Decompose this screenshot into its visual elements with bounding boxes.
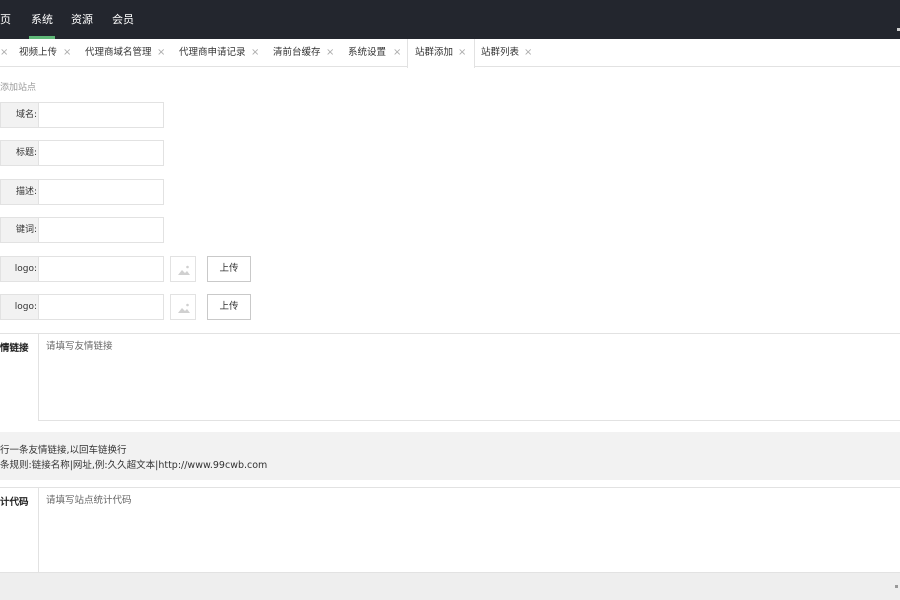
- friend-links-tip: 行一条友情链接,以回车链换行 条规则:链接名称|网址,例:久久超文本|http:…: [0, 432, 900, 480]
- domain-input[interactable]: [38, 102, 164, 128]
- friend-links-label: 情链接: [0, 333, 39, 421]
- nav-item-system[interactable]: 系统: [29, 0, 55, 39]
- close-icon[interactable]: ×: [251, 39, 259, 66]
- description-label: 描述:: [0, 179, 39, 205]
- tab-agent-domain[interactable]: 代理商域名管理: [85, 39, 152, 67]
- close-icon[interactable]: ×: [393, 39, 401, 66]
- tab-site-add[interactable]: 站群添加 ×: [407, 39, 475, 68]
- title-label: 标题:: [0, 140, 39, 166]
- logo2-upload-button[interactable]: 上传: [207, 294, 251, 320]
- logo2-input[interactable]: [38, 294, 164, 320]
- close-icon[interactable]: ×: [63, 39, 71, 66]
- tab-video-upload[interactable]: 视频上传: [19, 39, 57, 67]
- top-nav: 页 系统 资源 会员: [0, 0, 900, 39]
- tab-site-add-label: 站群添加: [415, 47, 454, 58]
- description-input[interactable]: [38, 179, 164, 205]
- footer-bar: [0, 572, 900, 600]
- nav-item-resources[interactable]: 资源: [71, 0, 93, 39]
- friend-links-placeholder: 请填写友情链接: [46, 341, 113, 352]
- stats-code-placeholder: 请填写站点统计代码: [46, 495, 132, 506]
- close-icon[interactable]: ×: [157, 39, 165, 66]
- tab-agent-apply[interactable]: 代理商申请记录: [179, 39, 246, 67]
- close-icon[interactable]: ×: [0, 39, 8, 66]
- stats-code-textarea[interactable]: 请填写站点统计代码: [38, 487, 900, 573]
- keywords-input[interactable]: [38, 217, 164, 243]
- tab-system-settings[interactable]: 系统设置: [348, 39, 386, 67]
- logo-preview-button[interactable]: [170, 256, 196, 282]
- keywords-label: 键词:: [0, 217, 39, 243]
- nav-item-members[interactable]: 会员: [112, 0, 134, 39]
- domain-label: 域名:: [0, 102, 39, 128]
- logo2-label: logo:: [0, 294, 39, 320]
- nav-item-home[interactable]: 页: [0, 0, 11, 39]
- friend-links-textarea[interactable]: 请填写友情链接: [38, 333, 900, 421]
- tip-line: 条规则:链接名称|网址,例:久久超文本|http://www.99cwb.com: [0, 460, 268, 471]
- close-icon[interactable]: ×: [458, 39, 466, 66]
- image-icon: [178, 265, 190, 275]
- title-input[interactable]: [38, 140, 164, 166]
- tab-site-list[interactable]: 站群列表: [481, 39, 519, 67]
- close-icon[interactable]: ×: [524, 39, 532, 66]
- tab-clear-cache[interactable]: 清前台缓存: [273, 39, 321, 67]
- footer-mark: [895, 585, 898, 588]
- logo-input[interactable]: [38, 256, 164, 282]
- form-legend: 添加站点: [0, 83, 37, 93]
- stats-code-label: 计代码: [0, 487, 39, 572]
- image-icon: [178, 303, 190, 313]
- tip-line: 行一条友情链接,以回车链换行: [0, 445, 127, 456]
- tab-bar: × 视频上传 × 代理商域名管理 × 代理商申请记录 × 清前台缓存 × 系统设…: [0, 39, 900, 68]
- logo2-preview-button[interactable]: [170, 294, 196, 320]
- close-icon[interactable]: ×: [326, 39, 334, 66]
- logo-upload-button[interactable]: 上传: [207, 256, 251, 282]
- logo-label: logo:: [0, 256, 39, 282]
